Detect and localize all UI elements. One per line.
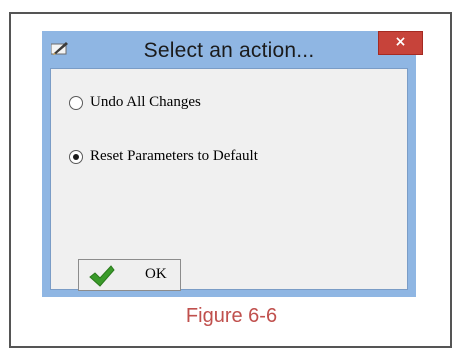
select-action-dialog: Select an action... × Undo All Changes R… [42, 31, 423, 297]
ok-label: OK [145, 266, 167, 282]
close-button[interactable]: × [378, 31, 423, 55]
dialog-title: Select an action... [143, 39, 315, 62]
close-icon: × [394, 34, 407, 50]
reset-parameters-label: Reset Parameters to Default [90, 148, 258, 164]
radio-reset-parameters[interactable] [69, 149, 83, 164]
radio-undo-all-changes[interactable] [69, 95, 83, 110]
checkmark-icon [89, 265, 115, 287]
dialog-content: Undo All Changes Reset Parameters to Def… [50, 68, 408, 291]
ok-button[interactable]: OK [78, 259, 181, 291]
page: Select an action... × Undo All Changes R… [0, 0, 463, 360]
radio-selected-dot [73, 153, 79, 160]
figure-caption: Figure 6-6 [185, 305, 278, 327]
undo-all-changes-label: Undo All Changes [90, 94, 201, 110]
dialog-titlebar[interactable]: Select an action... × [42, 31, 423, 68]
undo-all-changes-option[interactable]: Undo All Changes [69, 94, 201, 111]
reset-parameters-option[interactable]: Reset Parameters to Default [69, 148, 258, 165]
